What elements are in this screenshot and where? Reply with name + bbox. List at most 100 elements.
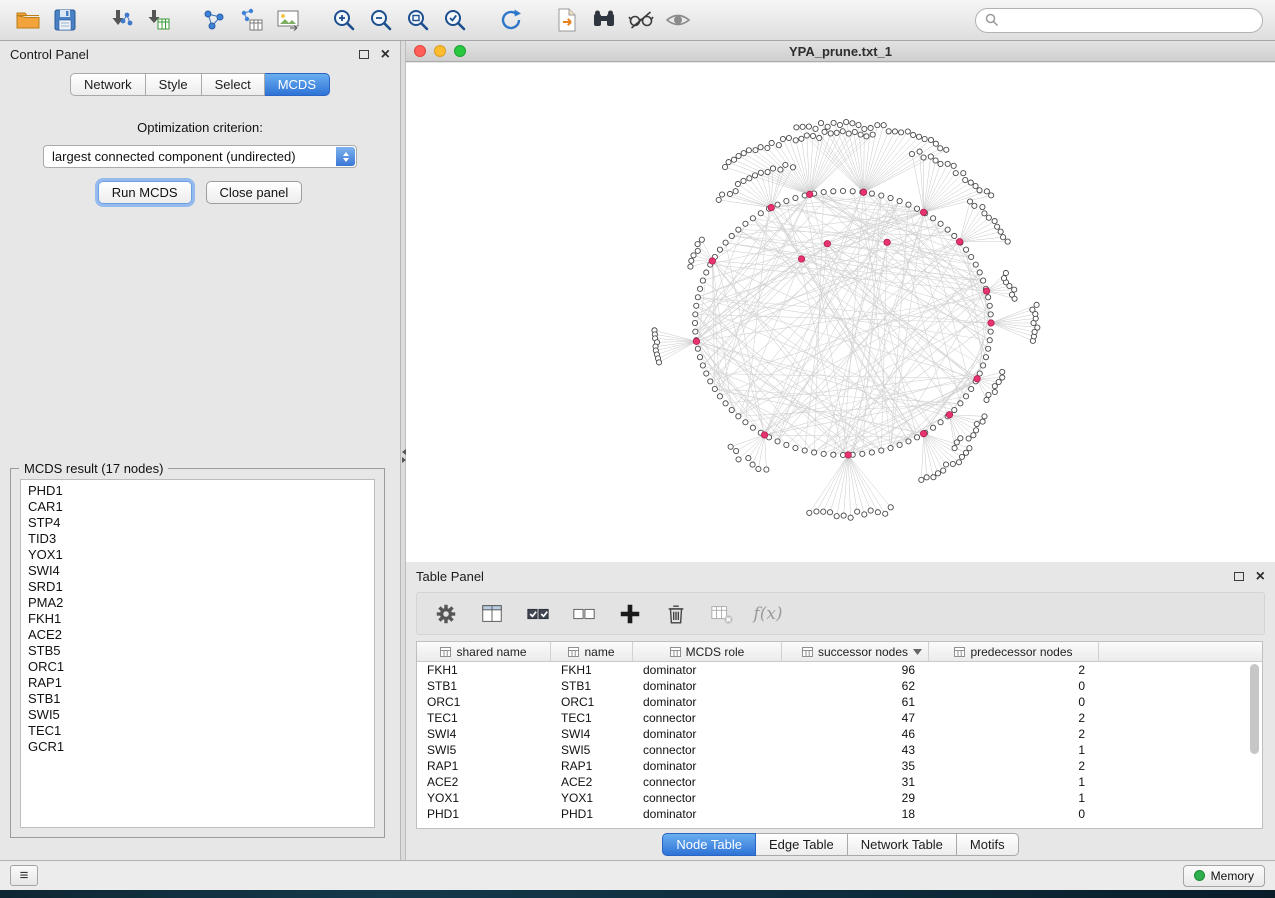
delete-column-button[interactable] (663, 601, 689, 627)
mcds-result-item[interactable]: GCR1 (28, 739, 374, 755)
tab-network[interactable]: Network (70, 73, 146, 96)
mcds-result-item[interactable]: STB1 (28, 691, 374, 707)
network-from-table-button[interactable] (235, 4, 267, 36)
float-table-panel-icon[interactable] (1234, 572, 1244, 581)
table-row[interactable]: RAP1RAP1dominator352 (417, 758, 1248, 774)
column-header-filler (1099, 642, 1262, 661)
float-panel-icon[interactable] (359, 50, 369, 59)
show-columns-button[interactable] (479, 601, 505, 627)
column-header-name[interactable]: name (551, 642, 633, 661)
mcds-result-item[interactable]: SWI4 (28, 563, 374, 579)
deselect-all-button[interactable] (571, 601, 597, 627)
cell: TEC1 (551, 710, 633, 726)
mcds-result-item[interactable]: SRD1 (28, 579, 374, 595)
cell: dominator (633, 726, 782, 742)
table-row[interactable]: STB1STB1dominator620 (417, 678, 1248, 694)
column-header-MCDS-role[interactable]: MCDS role (633, 642, 782, 661)
hide-details-button[interactable] (625, 4, 657, 36)
scrollbar-thumb[interactable] (1250, 664, 1259, 754)
import-network-button[interactable] (105, 4, 137, 36)
zoom-in-button[interactable] (328, 4, 360, 36)
close-panel-icon[interactable]: × (381, 47, 390, 63)
zoom-out-button[interactable] (365, 4, 397, 36)
mcds-result-list[interactable]: PHD1CAR1STP4TID3YOX1SWI4SRD1PMA2FKH1ACE2… (20, 479, 375, 828)
maximize-window-icon[interactable] (454, 45, 466, 57)
table-tab-motifs[interactable]: Motifs (957, 833, 1019, 856)
zoom-selected-button[interactable] (439, 4, 471, 36)
column-header-predecessor-nodes[interactable]: predecessor nodes (929, 642, 1099, 661)
search-network-button[interactable] (588, 4, 620, 36)
cell: SWI5 (551, 742, 633, 758)
table-tab-node-table[interactable]: Node Table (662, 833, 756, 856)
mcds-result-item[interactable]: RAP1 (28, 675, 374, 691)
global-search-field[interactable] (975, 8, 1263, 33)
tab-select[interactable]: Select (202, 73, 265, 96)
save-button[interactable] (49, 4, 81, 36)
mcds-result-item[interactable]: TID3 (28, 531, 374, 547)
network-graph[interactable] (406, 63, 1275, 562)
run-mcds-button[interactable]: Run MCDS (98, 181, 192, 204)
search-input[interactable] (1005, 13, 1253, 28)
close-window-icon[interactable] (414, 45, 426, 57)
network-image-icon (275, 7, 301, 33)
delete-table-button[interactable] (709, 601, 735, 627)
table-row[interactable]: TEC1TEC1connector472 (417, 710, 1248, 726)
export-document-button[interactable] (551, 4, 583, 36)
zoom-fit-button[interactable] (402, 4, 434, 36)
function-builder-button[interactable]: f(x) (755, 601, 781, 627)
table-scrollbar[interactable] (1249, 664, 1260, 824)
mcds-result-item[interactable]: STP4 (28, 515, 374, 531)
mcds-result-item[interactable]: PHD1 (28, 483, 374, 499)
add-column-button[interactable] (617, 601, 643, 627)
open-file-button[interactable] (12, 4, 44, 36)
tab-style[interactable]: Style (146, 73, 202, 96)
table-row[interactable]: FKH1FKH1dominator962 (417, 662, 1248, 678)
table-row[interactable]: YOX1YOX1connector291 (417, 790, 1248, 806)
gear-icon (434, 602, 458, 626)
memory-button[interactable]: Memory (1183, 865, 1265, 887)
minimize-window-icon[interactable] (434, 45, 446, 57)
select-all-button[interactable] (525, 601, 551, 627)
refresh-button[interactable] (495, 4, 527, 36)
mcds-result-item[interactable]: PMA2 (28, 595, 374, 611)
network-titlebar[interactable]: YPA_prune.txt_1 (406, 41, 1275, 62)
status-menu-button[interactable]: ≡ (10, 865, 38, 886)
network-image-button[interactable] (272, 4, 304, 36)
mcds-result-item[interactable]: STB5 (28, 643, 374, 659)
cell: connector (633, 742, 782, 758)
mcds-result-item[interactable]: ORC1 (28, 659, 374, 675)
table-row[interactable]: ACE2ACE2connector311 (417, 774, 1248, 790)
column-grid-icon (440, 647, 451, 657)
mcds-result-item[interactable]: YOX1 (28, 547, 374, 563)
table-row[interactable]: ORC1ORC1dominator610 (417, 694, 1248, 710)
import-table-button[interactable] (142, 4, 174, 36)
table-body: FKH1FKH1dominator962STB1STB1dominator620… (417, 662, 1248, 828)
mcds-result-item[interactable]: FKH1 (28, 611, 374, 627)
column-header-shared-name[interactable]: shared name (417, 642, 551, 661)
delete-table-icon (710, 602, 734, 626)
mcds-result-item[interactable]: ACE2 (28, 627, 374, 643)
table-settings-button[interactable] (433, 601, 459, 627)
save-icon (52, 7, 78, 33)
table-tab-network-table[interactable]: Network Table (848, 833, 957, 856)
table-row[interactable]: PHD1PHD1dominator180 (417, 806, 1248, 822)
mcds-result-item[interactable]: CAR1 (28, 499, 374, 515)
fx-icon: f(x) (753, 604, 782, 624)
table-tab-edge-table[interactable]: Edge Table (756, 833, 848, 856)
cell: 61 (782, 694, 929, 710)
new-network-button[interactable] (198, 4, 230, 36)
main-toolbar (0, 0, 1275, 41)
close-table-panel-icon[interactable]: × (1256, 569, 1265, 585)
criterion-dropdown[interactable]: largest connected component (undirected) (43, 145, 357, 168)
close-panel-button[interactable]: Close panel (206, 181, 303, 204)
tab-mcds[interactable]: MCDS (265, 73, 330, 96)
network-canvas[interactable] (406, 63, 1275, 562)
table-row[interactable]: SWI4SWI4dominator462 (417, 726, 1248, 742)
table-row[interactable]: SWI5SWI5connector431 (417, 742, 1248, 758)
column-header-successor-nodes[interactable]: successor nodes (782, 642, 929, 661)
mcds-result-item[interactable]: SWI5 (28, 707, 374, 723)
show-details-button[interactable] (662, 4, 694, 36)
cell: 31 (782, 774, 929, 790)
memory-status-dot (1194, 870, 1205, 881)
mcds-result-item[interactable]: TEC1 (28, 723, 374, 739)
